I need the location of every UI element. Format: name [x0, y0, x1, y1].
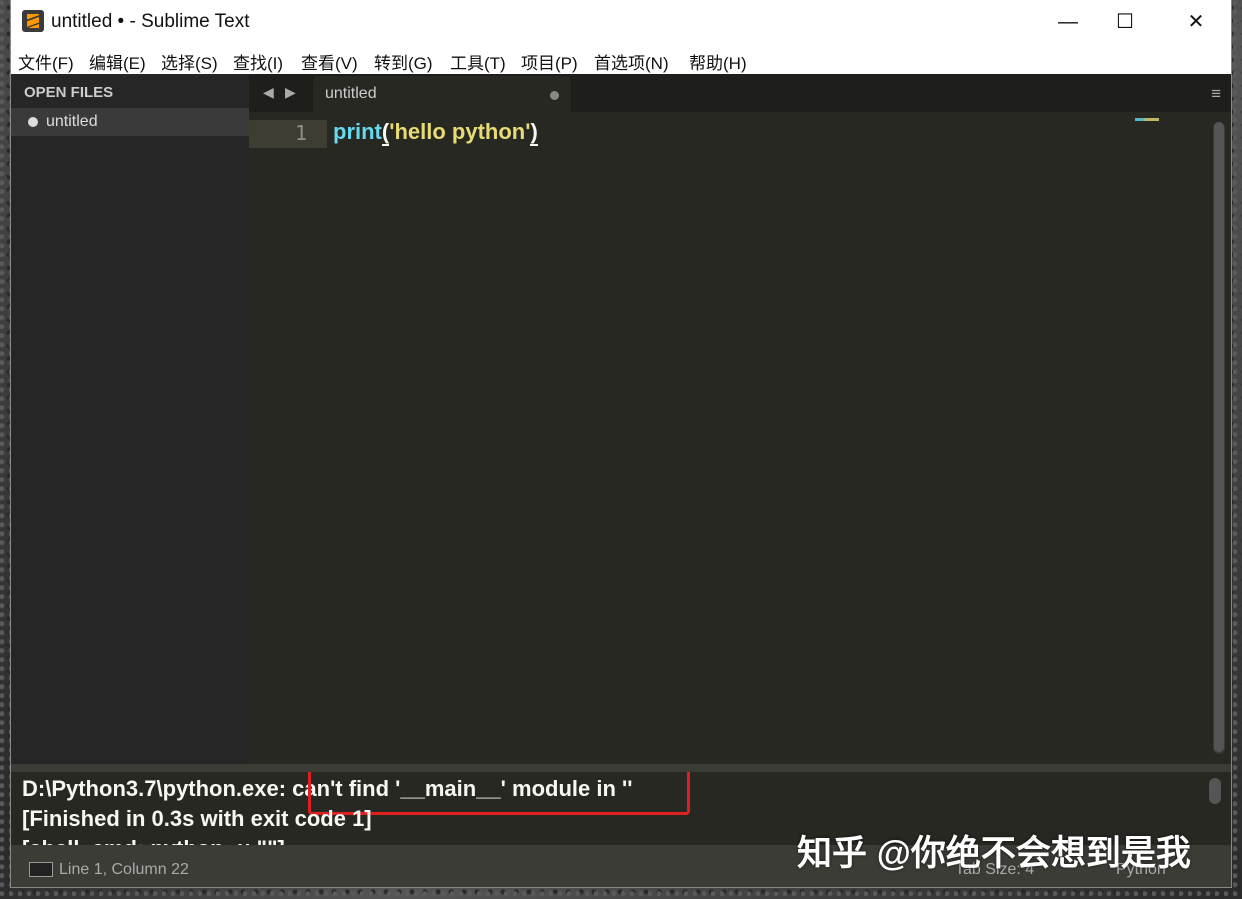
open-files-header: OPEN FILES	[24, 84, 114, 101]
tab-bar: ◀ ▶ untitled ≡	[249, 74, 1231, 112]
editor-scrollbar[interactable]	[1213, 122, 1225, 754]
panel-divider[interactable]	[11, 764, 1231, 772]
title-bar: untitled • - Sublime Text — ☐ ✕	[11, 0, 1231, 44]
minimap[interactable]	[1135, 118, 1159, 121]
scrollbar-thumb[interactable]	[1214, 122, 1224, 752]
output-scrollbar[interactable]	[1209, 778, 1221, 804]
tab-untitled[interactable]: untitled	[313, 76, 571, 112]
menu-view[interactable]: 查看(V)	[301, 49, 358, 74]
menu-project[interactable]: 项目(P)	[521, 49, 578, 74]
window-title: untitled • - Sublime Text	[51, 11, 250, 32]
output-path: D:\Python3.7\python.exe:	[22, 776, 293, 801]
code-function: print	[333, 119, 382, 144]
maximize-button[interactable]: ☐	[1108, 8, 1142, 36]
line-number: 1	[294, 121, 307, 145]
menu-preferences[interactable]: 首选项(N)	[594, 49, 669, 74]
cursor-position: Line 1, Column 22	[59, 861, 189, 878]
close-button[interactable]: ✕	[1179, 8, 1213, 36]
menu-goto[interactable]: 转到(G)	[374, 49, 433, 74]
menu-bar: 文件(F) 编辑(E) 选择(S) 查找(I) 查看(V) 转到(G) 工具(T…	[11, 44, 1231, 74]
code-editor[interactable]: 1 print('hello python')	[249, 112, 1231, 764]
code-line[interactable]: print('hello python')	[333, 119, 538, 146]
sidebar-file-label: untitled	[46, 113, 98, 130]
panel-toggle-icon[interactable]	[29, 862, 53, 877]
unsaved-dot-icon	[28, 117, 38, 127]
output-line-2: [Finished in 0.3s with exit code 1]	[22, 806, 372, 831]
code-string: 'hello python'	[389, 119, 531, 144]
output-line-3: [shell_cmd: python -u ""]	[22, 836, 285, 845]
tab-next-icon[interactable]: ▶	[285, 84, 296, 101]
watermark: 知乎 @你绝不会想到是我	[797, 834, 1191, 873]
menu-help[interactable]: 帮助(H)	[689, 49, 747, 74]
menu-find[interactable]: 查找(I)	[233, 49, 283, 74]
code-close-paren: )	[530, 119, 538, 146]
minimize-button[interactable]: —	[1051, 8, 1085, 36]
sublime-window: untitled • - Sublime Text — ☐ ✕ 文件(F) 编辑…	[11, 0, 1231, 887]
dirty-indicator-icon[interactable]	[550, 91, 559, 100]
sidebar: OPEN FILES untitled	[11, 74, 249, 764]
menu-selection[interactable]: 选择(S)	[161, 49, 218, 74]
sidebar-item-untitled[interactable]: untitled	[11, 108, 249, 136]
tab-label: untitled	[325, 85, 377, 102]
tab-menu-icon[interactable]: ≡	[1211, 84, 1221, 104]
sublime-app-icon	[22, 10, 44, 32]
tab-prev-icon[interactable]: ◀	[263, 84, 274, 101]
menu-file[interactable]: 文件(F)	[18, 49, 74, 74]
menu-tools[interactable]: 工具(T)	[450, 49, 506, 74]
menu-edit[interactable]: 编辑(E)	[89, 49, 146, 74]
